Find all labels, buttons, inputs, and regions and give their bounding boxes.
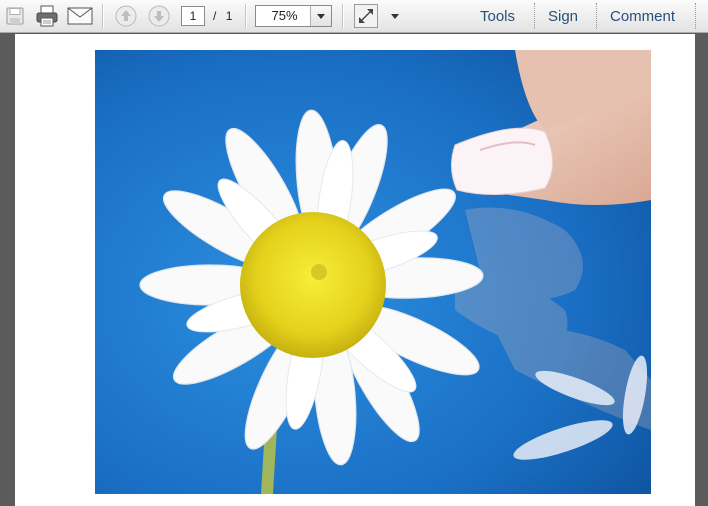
comment-link[interactable]: Comment bbox=[610, 8, 675, 25]
fit-page-icon[interactable] bbox=[353, 4, 379, 28]
more-options-icon[interactable] bbox=[387, 4, 403, 28]
next-page-icon[interactable] bbox=[146, 4, 172, 28]
toolbar-separator bbox=[245, 4, 247, 28]
page-total: / 1 bbox=[213, 9, 232, 23]
toolbar-separator bbox=[596, 3, 597, 29]
daisy-photo bbox=[95, 50, 651, 494]
zoom-value[interactable]: 75% bbox=[256, 6, 313, 26]
toolbar-separator bbox=[102, 4, 104, 28]
page-count: 1 bbox=[225, 9, 233, 23]
page-number-input[interactable]: 1 bbox=[181, 6, 205, 26]
chevron-down-icon[interactable] bbox=[310, 6, 331, 26]
pdf-toolbar: 1 / 1 75% Tools Sign Comment bbox=[0, 0, 708, 33]
toolbar-separator bbox=[695, 3, 696, 29]
print-icon[interactable] bbox=[33, 4, 61, 28]
page-separator: / bbox=[213, 9, 217, 23]
tools-link[interactable]: Tools bbox=[480, 8, 515, 25]
toolbar-separator bbox=[342, 4, 344, 28]
email-icon[interactable] bbox=[66, 4, 94, 28]
save-icon[interactable] bbox=[3, 4, 27, 28]
sign-link[interactable]: Sign bbox=[548, 8, 578, 25]
zoom-select[interactable]: 75% bbox=[255, 5, 332, 27]
toolbar-separator bbox=[534, 3, 535, 29]
previous-page-icon[interactable] bbox=[113, 4, 139, 28]
